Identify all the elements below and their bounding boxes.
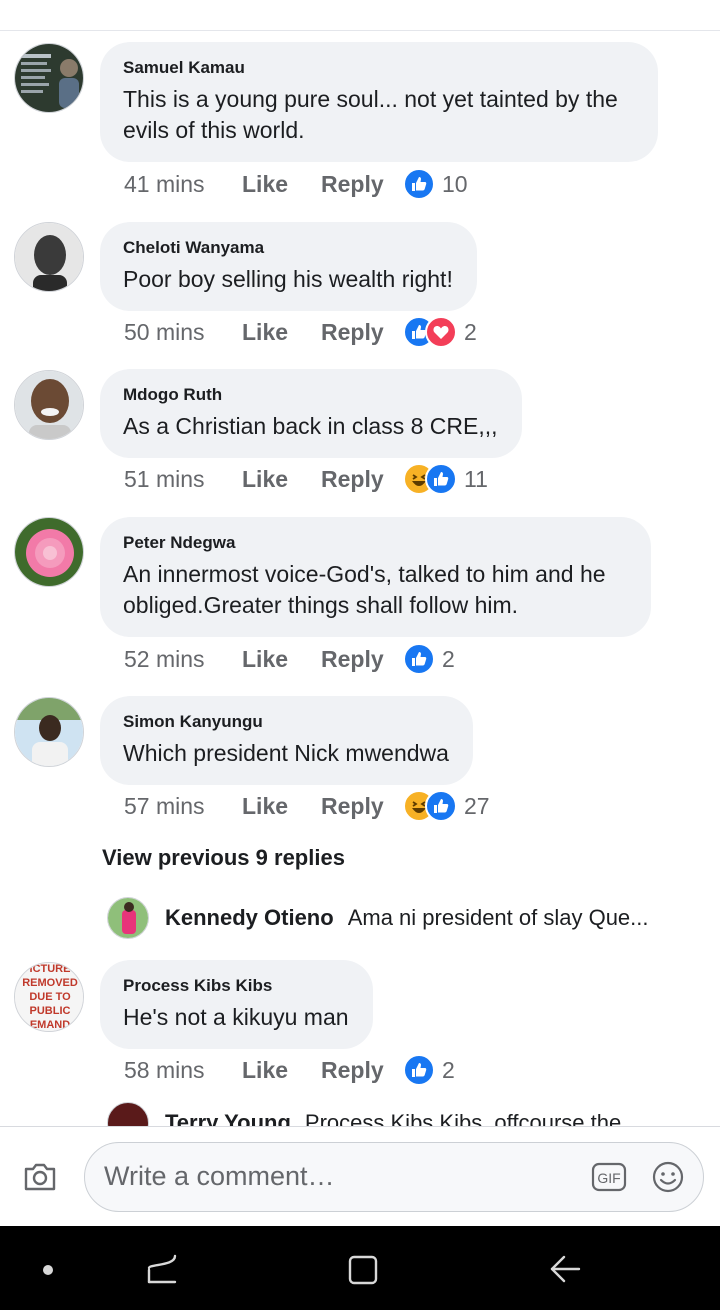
- comment-text: He's not a kikuyu man: [123, 1004, 349, 1030]
- reaction-summary[interactable]: 27: [403, 790, 490, 822]
- comment-bubble: Mdogo Ruth As a Christian back in class …: [100, 369, 522, 458]
- reaction-count: 2: [464, 318, 477, 345]
- avatar[interactable]: [14, 43, 84, 113]
- like-button[interactable]: Like: [242, 171, 321, 198]
- nav-dot-icon[interactable]: [43, 1265, 53, 1275]
- avatar[interactable]: [14, 697, 84, 767]
- comment-bubble: Cheloti Wanyama Poor boy selling his wea…: [100, 222, 477, 311]
- comment-bubble: Simon Kanyungu Which president Nick mwen…: [100, 696, 473, 785]
- reply-button[interactable]: Reply: [321, 319, 403, 346]
- like-button[interactable]: Like: [242, 1057, 321, 1084]
- comment-actions: 57 mins Like Reply 27: [124, 790, 490, 822]
- reply-item[interactable]: Terry Young Process Kibs Kibs, offcourse…: [107, 1102, 621, 1126]
- comment-author[interactable]: Cheloti Wanyama: [123, 238, 453, 258]
- reply-button[interactable]: Reply: [321, 793, 403, 820]
- comment-actions: 58 mins Like Reply 2: [124, 1054, 455, 1086]
- reaction-summary[interactable]: 2: [403, 316, 477, 348]
- reaction-count: 2: [442, 645, 455, 672]
- comment-time[interactable]: 58 mins: [124, 1057, 242, 1084]
- comment-input-placeholder: Write a comment…: [104, 1161, 335, 1191]
- svg-text:REMOVED: REMOVED: [22, 977, 78, 989]
- reaction-summary[interactable]: 11: [403, 463, 488, 495]
- emoji-icon[interactable]: [651, 1160, 685, 1194]
- comment-author[interactable]: Simon Kanyungu: [123, 712, 449, 732]
- svg-text:DUE TO: DUE TO: [29, 991, 71, 1003]
- reaction-summary[interactable]: 10: [403, 168, 468, 200]
- camera-icon[interactable]: [22, 1159, 58, 1195]
- gif-label: GIF: [597, 1170, 620, 1186]
- reaction-count: 10: [442, 170, 468, 197]
- like-reaction-icon: [403, 168, 435, 200]
- comment-time[interactable]: 57 mins: [124, 793, 242, 820]
- avatar[interactable]: [14, 370, 84, 440]
- svg-text:PUBLIC: PUBLIC: [30, 1005, 71, 1017]
- reply-author[interactable]: Terry Young: [165, 1110, 291, 1126]
- comment-author[interactable]: Peter Ndegwa: [123, 533, 627, 553]
- comment-time[interactable]: 50 mins: [124, 319, 242, 346]
- comment-author[interactable]: Process Kibs Kibs: [123, 976, 349, 996]
- avatar[interactable]: [14, 222, 84, 292]
- reaction-count: 11: [464, 465, 488, 492]
- comment-text: An innermost voice-God's, talked to him …: [123, 561, 606, 618]
- reaction-summary[interactable]: 2: [403, 643, 455, 675]
- svg-text:ICTURE: ICTURE: [30, 963, 71, 975]
- comment-text: Which president Nick mwendwa: [123, 740, 449, 766]
- reply-button[interactable]: Reply: [321, 646, 403, 673]
- home-icon[interactable]: [347, 1254, 379, 1286]
- system-navigation-bar: [0, 1226, 720, 1310]
- reaction-summary[interactable]: 2: [403, 1054, 455, 1086]
- comment-input[interactable]: Write a comment… GIF: [84, 1142, 704, 1212]
- like-reaction-icon: [425, 790, 457, 822]
- avatar[interactable]: [107, 897, 149, 939]
- comment-text: Poor boy selling his wealth right!: [123, 266, 453, 292]
- comment-actions: 52 mins Like Reply 2: [124, 643, 455, 675]
- comments-feed[interactable]: Samuel Kamau This is a young pure soul..…: [0, 0, 720, 1126]
- reaction-count: 27: [464, 792, 490, 819]
- view-previous-replies-link[interactable]: View previous 9 replies: [102, 845, 345, 871]
- comment-text: As a Christian back in class 8 CRE,,,: [123, 413, 498, 439]
- comment-bubble: Process Kibs Kibs He's not a kikuyu man: [100, 960, 373, 1049]
- reply-text: Process Kibs Kibs, offcourse the: [304, 1110, 622, 1126]
- comment-author[interactable]: Samuel Kamau: [123, 58, 634, 78]
- comment-author[interactable]: Mdogo Ruth: [123, 385, 498, 405]
- svg-text:EMAND: EMAND: [30, 1019, 70, 1031]
- like-reaction-icon: [403, 643, 435, 675]
- like-button[interactable]: Like: [242, 646, 321, 673]
- reply-button[interactable]: Reply: [321, 1057, 403, 1084]
- like-button[interactable]: Like: [242, 319, 321, 346]
- reply-button[interactable]: Reply: [321, 466, 403, 493]
- like-button[interactable]: Like: [242, 466, 321, 493]
- reaction-count: 2: [442, 1056, 455, 1083]
- comment-composer: Write a comment… GIF: [0, 1126, 720, 1226]
- comment-time[interactable]: 51 mins: [124, 466, 242, 493]
- reply-button[interactable]: Reply: [321, 171, 403, 198]
- avatar[interactable]: ICTURE REMOVED DUE TO PUBLIC EMAND: [14, 962, 84, 1032]
- recent-apps-icon[interactable]: [145, 1252, 179, 1288]
- like-button[interactable]: Like: [242, 793, 321, 820]
- avatar[interactable]: [14, 517, 84, 587]
- like-reaction-icon: [425, 463, 457, 495]
- like-reaction-icon: [403, 1054, 435, 1086]
- back-icon[interactable]: [548, 1252, 582, 1286]
- avatar[interactable]: [107, 1102, 149, 1126]
- comment-time[interactable]: 52 mins: [124, 646, 242, 673]
- comment-actions: 50 mins Like Reply 2: [124, 316, 477, 348]
- comment-bubble: Samuel Kamau This is a young pure soul..…: [100, 42, 658, 162]
- comment-time[interactable]: 41 mins: [124, 171, 242, 198]
- comment-bubble: Peter Ndegwa An innermost voice-God's, t…: [100, 517, 651, 637]
- comment-actions: 41 mins Like Reply 10: [124, 168, 468, 200]
- reply-item[interactable]: Kennedy Otieno Ama ni president of slay …: [107, 897, 649, 939]
- gif-icon[interactable]: GIF: [591, 1161, 627, 1193]
- comment-actions: 51 mins Like Reply 11: [124, 463, 488, 495]
- reply-author[interactable]: Kennedy Otieno: [165, 905, 334, 931]
- comment-text: This is a young pure soul... not yet tai…: [123, 86, 618, 143]
- love-reaction-icon: [425, 316, 457, 348]
- reply-text: Ama ni president of slay Que...: [347, 905, 649, 930]
